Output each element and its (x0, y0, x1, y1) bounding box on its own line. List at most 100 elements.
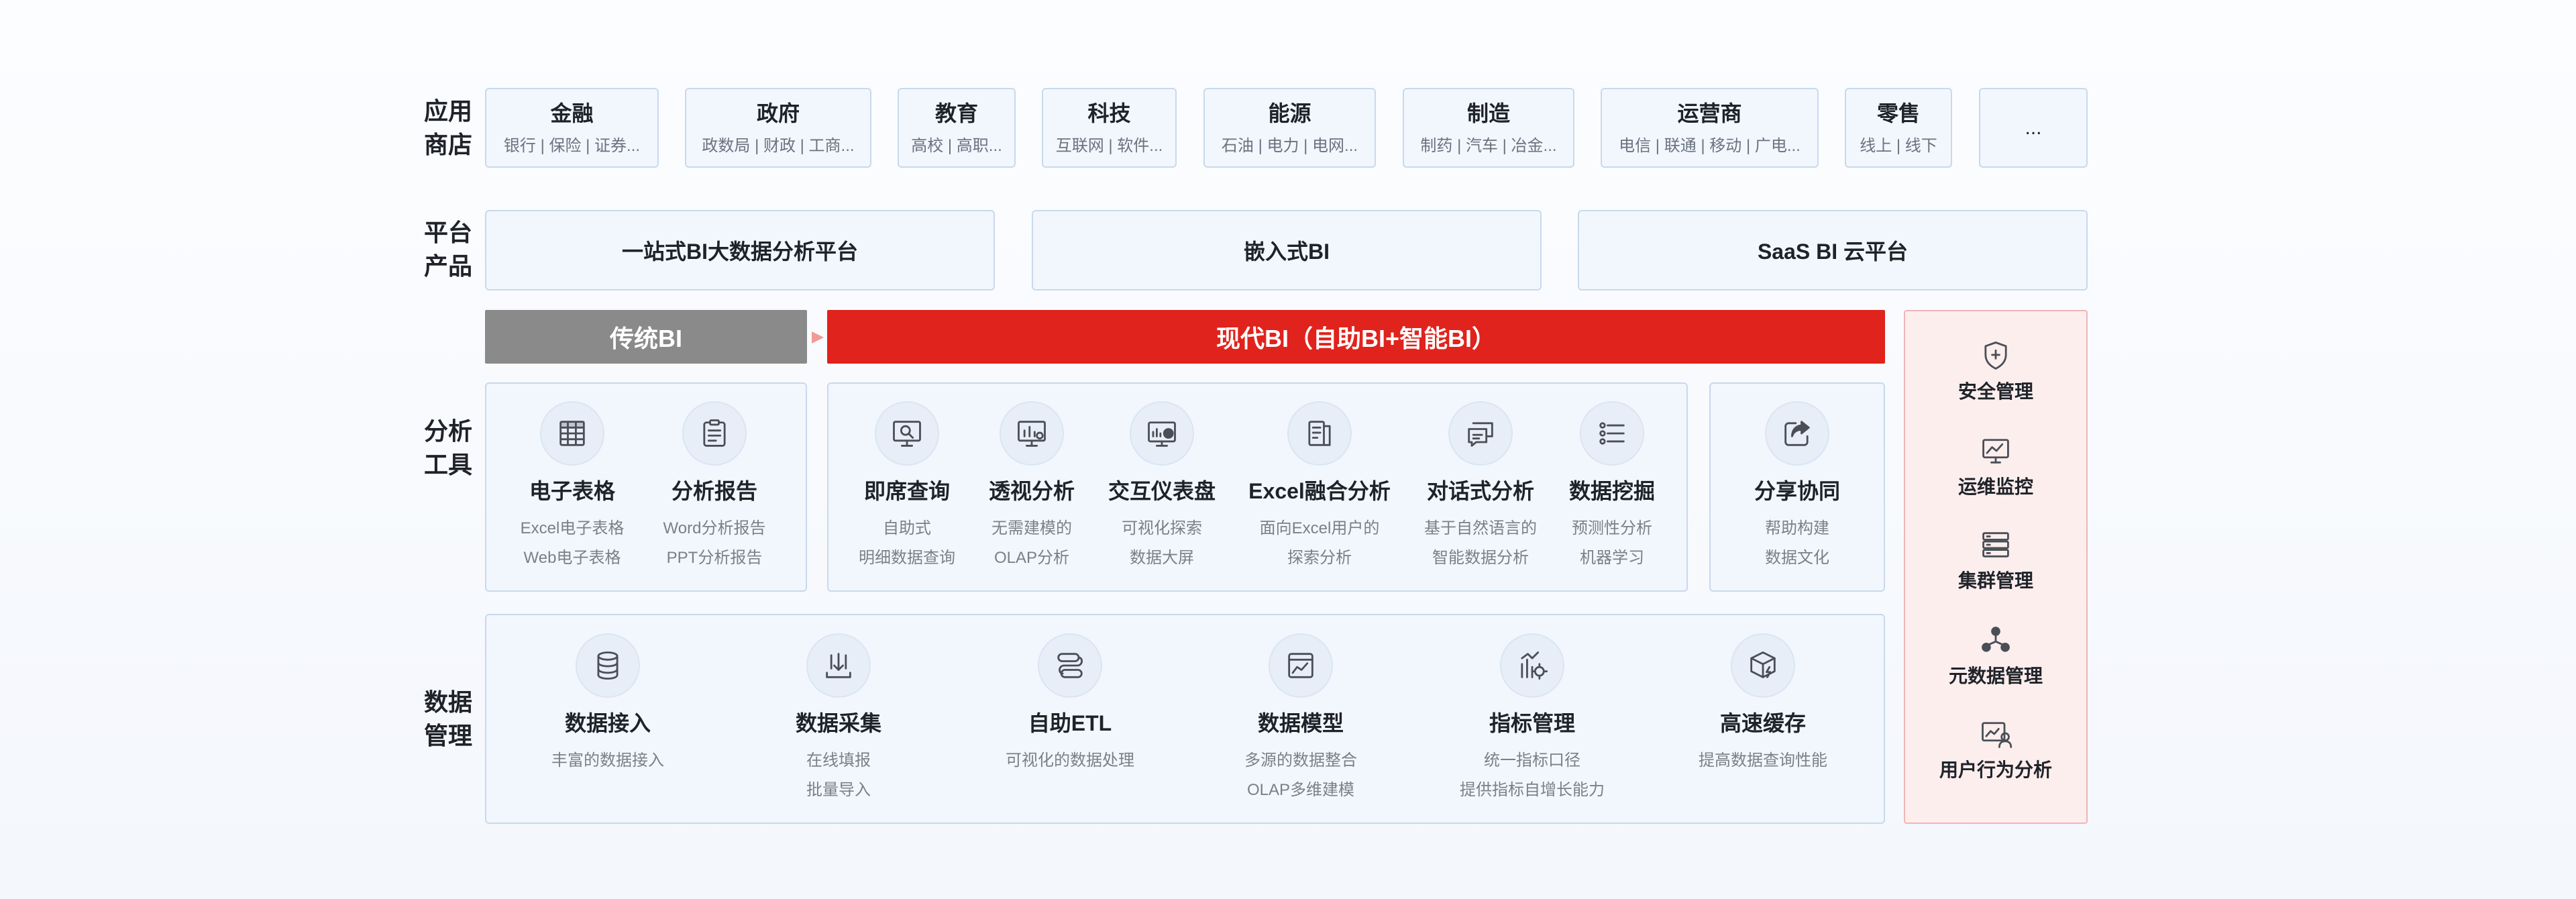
tool-desc: 可视化探索 数据大屏 (1122, 519, 1202, 567)
industry-name: 政府 (756, 101, 800, 125)
industry-sub: 线上 | 线下 (1860, 137, 1937, 155)
tool-desc: Excel电子表格 Web电子表格 (520, 519, 625, 567)
traditional-bi-banner: 传统BI (485, 310, 807, 364)
tool-name: 分享协同 (1754, 479, 1840, 503)
tool-data-access[interactable]: 数据接入 丰富的数据接入 (534, 633, 682, 776)
side-item-security[interactable]: 安全管理 (1905, 338, 2086, 404)
etl-icon (1038, 633, 1102, 698)
tool-desc: 统一指标口径 提供指标自增长能力 (1460, 751, 1605, 799)
platform-label: 一站式BI大数据分析平台 (621, 240, 858, 264)
industry-name: 能源 (1268, 101, 1311, 125)
industry-sub: 制药 | 汽车 | 冶金... (1420, 137, 1557, 155)
industry-name: 教育 (934, 101, 978, 125)
tool-excel-fusion[interactable]: Excel融合分析 面向Excel用户的 探索分析 (1246, 401, 1393, 573)
side-item-user-analysis[interactable]: 用户行为分析 (1905, 717, 2086, 782)
tool-desc: 丰富的数据接入 (551, 751, 664, 770)
share-icon (1765, 401, 1829, 466)
database-icon (576, 633, 640, 698)
platform-card-saas[interactable]: SaaS BI 云平台 (1578, 210, 2088, 290)
industry-name: 零售 (1876, 101, 1920, 125)
management-side-panel: 安全管理 运维监控 集群管理 元数据管理 用户行为分析 (1904, 310, 2088, 824)
pivot-icon (1000, 401, 1064, 466)
tool-name: 指标管理 (1489, 711, 1575, 735)
industry-sub: 高校 | 高职... (911, 137, 1002, 155)
side-item-monitoring[interactable]: 运维监控 (1905, 433, 2086, 499)
side-item-label: 集群管理 (1957, 570, 2033, 591)
mining-icon (1580, 401, 1644, 466)
industry-sub: 政数局 | 财政 | 工商... (702, 137, 855, 155)
tool-name: 数据挖掘 (1568, 479, 1655, 503)
model-icon (1269, 633, 1333, 698)
tool-name: 透视分析 (988, 479, 1075, 503)
tool-name: 自助ETL (1028, 711, 1112, 735)
tool-pivot-analysis[interactable]: 透视分析 无需建模的 OLAP分析 (958, 401, 1106, 573)
platform-card-embedded[interactable]: 嵌入式BI (1032, 210, 1542, 290)
industry-card-education[interactable]: 教育 高校 | 高职... (898, 88, 1016, 168)
tool-self-service-etl[interactable]: 自助ETL 可视化的数据处理 (996, 633, 1144, 776)
tool-name: 数据模型 (1257, 711, 1344, 735)
tool-high-speed-cache[interactable]: 高速缓存 提高数据查询性能 (1689, 633, 1837, 776)
industry-card-energy[interactable]: 能源 石油 | 电力 | 电网... (1203, 88, 1376, 168)
tool-desc: 多源的数据整合 OLAP多维建模 (1244, 751, 1357, 799)
industry-sub: 互联网 | 软件... (1055, 137, 1163, 155)
tool-desc: 提高数据查询性能 (1699, 751, 1827, 770)
tool-desc: 无需建模的 OLAP分析 (991, 519, 1072, 567)
tool-data-collection[interactable]: 数据采集 在线填报 批量导入 (765, 633, 912, 805)
industry-card-telecom[interactable]: 运营商 电信 | 联通 | 移动 | 广电... (1601, 88, 1819, 168)
side-item-metadata[interactable]: 元数据管理 (1905, 623, 2086, 688)
side-item-cluster[interactable]: 集群管理 (1905, 527, 2086, 593)
industry-name: 科技 (1087, 101, 1131, 125)
industry-card-more[interactable]: ... (1979, 88, 2088, 168)
user-analysis-icon (1982, 722, 2012, 748)
tool-name: 即席查询 (863, 479, 950, 503)
metadata-icon (1982, 627, 2010, 652)
industry-card-manufacturing[interactable]: 制造 制药 | 汽车 | 冶金... (1403, 88, 1574, 168)
server-icon (1982, 532, 2009, 558)
data-management-panel (485, 614, 1885, 824)
tool-desc: 可视化的数据处理 (1006, 751, 1134, 770)
collect-icon (806, 633, 871, 698)
tool-data-mining[interactable]: 数据挖掘 预测性分析 机器学习 (1538, 401, 1686, 573)
metric-icon (1500, 633, 1564, 698)
industry-card-finance[interactable]: 金融 银行 | 保险 | 证券... (485, 88, 659, 168)
tool-interactive-dashboard[interactable]: 交互仪表盘 可视化探索 数据大屏 (1088, 401, 1236, 573)
platform-card-onestop[interactable]: 一站式BI大数据分析平台 (485, 210, 995, 290)
tool-desc: 预测性分析 机器学习 (1572, 519, 1652, 567)
tool-analysis-report[interactable]: 分析报告 Word分析报告 PPT分析报告 (641, 401, 788, 573)
table-icon (540, 401, 604, 466)
side-item-label: 用户行为分析 (1939, 759, 2052, 780)
industry-sub: 电信 | 联通 | 移动 | 广电... (1619, 137, 1801, 155)
tool-share-collaboration[interactable]: 分享协同 帮助构建 数据文化 (1723, 401, 1871, 573)
modern-bi-banner: 现代BI（自助BI+智能BI） (827, 310, 1885, 364)
industry-sub: 银行 | 保险 | 证券... (503, 137, 641, 155)
side-item-label: 安全管理 (1957, 381, 2033, 402)
chat-icon (1448, 401, 1513, 466)
report-icon (682, 401, 747, 466)
industry-card-government[interactable]: 政府 政数局 | 财政 | 工商... (685, 88, 871, 168)
more-ellipsis: ... (2025, 116, 2042, 139)
tool-conversational-analysis[interactable]: 对话式分析 基于自然语言的 智能数据分析 (1407, 401, 1554, 573)
tool-name: 对话式分析 (1426, 479, 1534, 503)
side-item-label: 运维监控 (1957, 476, 2033, 497)
tool-name: 数据接入 (564, 711, 651, 735)
industry-name: 制造 (1466, 101, 1510, 125)
tool-name: 高速缓存 (1719, 711, 1806, 735)
row-label-analysis: 分析 工具 (423, 417, 472, 478)
tool-name: 交互仪表盘 (1108, 479, 1216, 503)
tool-desc: 基于自然语言的 智能数据分析 (1424, 519, 1537, 567)
tool-name: Excel融合分析 (1248, 479, 1391, 503)
row-label-platform: 平台 产品 (423, 219, 472, 280)
industry-card-technology[interactable]: 科技 互联网 | 软件... (1042, 88, 1177, 168)
tool-metric-management[interactable]: 指标管理 统一指标口径 提供指标自增长能力 (1458, 633, 1606, 805)
tool-desc: Word分析报告 PPT分析报告 (663, 519, 766, 567)
tool-desc: 面向Excel用户的 探索分析 (1259, 519, 1380, 567)
tool-name: 电子表格 (529, 479, 615, 503)
monitor-icon (1982, 439, 2009, 464)
industry-card-retail[interactable]: 零售 线上 | 线下 (1845, 88, 1952, 168)
tool-data-model[interactable]: 数据模型 多源的数据整合 OLAP多维建模 (1227, 633, 1375, 805)
side-item-label: 元数据管理 (1948, 666, 2043, 686)
tool-spreadsheet[interactable]: 电子表格 Excel电子表格 Web电子表格 (498, 401, 646, 573)
tool-name: 数据采集 (795, 711, 881, 735)
industry-name: 金融 (550, 101, 594, 125)
excel-icon (1287, 401, 1352, 466)
